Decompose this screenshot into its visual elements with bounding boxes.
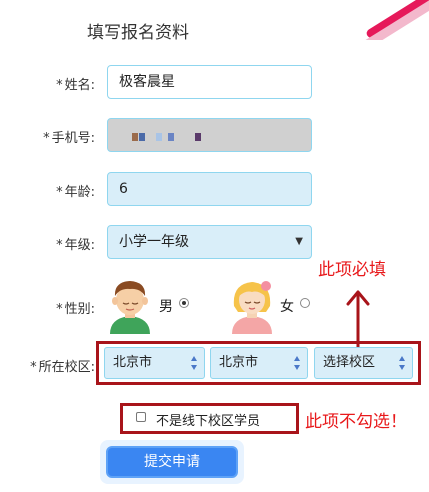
- province-select[interactable]: 北京市: [104, 347, 205, 379]
- boy-avatar-icon[interactable]: [104, 276, 156, 334]
- up-down-arrows-icon: [399, 356, 405, 370]
- female-radio[interactable]: [300, 298, 310, 308]
- masked-pixel: [132, 133, 138, 141]
- submit-button[interactable]: 提交申请: [106, 446, 238, 478]
- masked-pixel: [139, 133, 145, 141]
- form-title: 填写报名资料: [87, 23, 189, 43]
- offline-student-checkbox[interactable]: [136, 412, 146, 422]
- name-label: * 姓名:: [56, 78, 95, 93]
- male-label[interactable]: 男: [159, 296, 173, 316]
- corner-decoration: [359, 0, 429, 40]
- age-input[interactable]: 6: [107, 172, 312, 206]
- phone-input[interactable]: [107, 118, 312, 152]
- required-annotation: 此项必填: [318, 260, 386, 280]
- province-select-value: 北京市: [113, 355, 153, 370]
- masked-pixel: [168, 133, 174, 141]
- gender-label: * 性别:: [56, 302, 95, 317]
- masked-pixel: [156, 133, 162, 141]
- district-select[interactable]: 选择校区: [314, 347, 413, 379]
- grade-label: * 年级:: [56, 238, 95, 253]
- name-input[interactable]: 极客晨星: [107, 65, 312, 99]
- up-down-arrows-icon: [294, 356, 300, 370]
- city-select-value: 北京市: [219, 355, 259, 370]
- female-label[interactable]: 女: [280, 296, 294, 316]
- male-radio[interactable]: [179, 298, 189, 308]
- dropdown-arrow-icon: ▼: [295, 236, 303, 247]
- age-label: * 年龄:: [56, 185, 95, 200]
- city-select[interactable]: 北京市: [210, 347, 308, 379]
- girl-avatar-icon[interactable]: [226, 276, 278, 334]
- masked-pixel: [195, 133, 201, 141]
- phone-label: * 手机号:: [43, 131, 95, 146]
- up-down-arrows-icon: [191, 356, 197, 370]
- grade-select[interactable]: 小学一年级 ▼: [107, 225, 312, 259]
- dont-check-annotation: 此项不勾选！: [305, 412, 407, 432]
- grade-select-value: 小学一年级: [119, 234, 189, 250]
- offline-student-checkbox-label[interactable]: 不是线下校区学员: [156, 410, 260, 429]
- district-select-value: 选择校区: [323, 355, 376, 370]
- campus-label: * 所在校区:: [30, 360, 95, 375]
